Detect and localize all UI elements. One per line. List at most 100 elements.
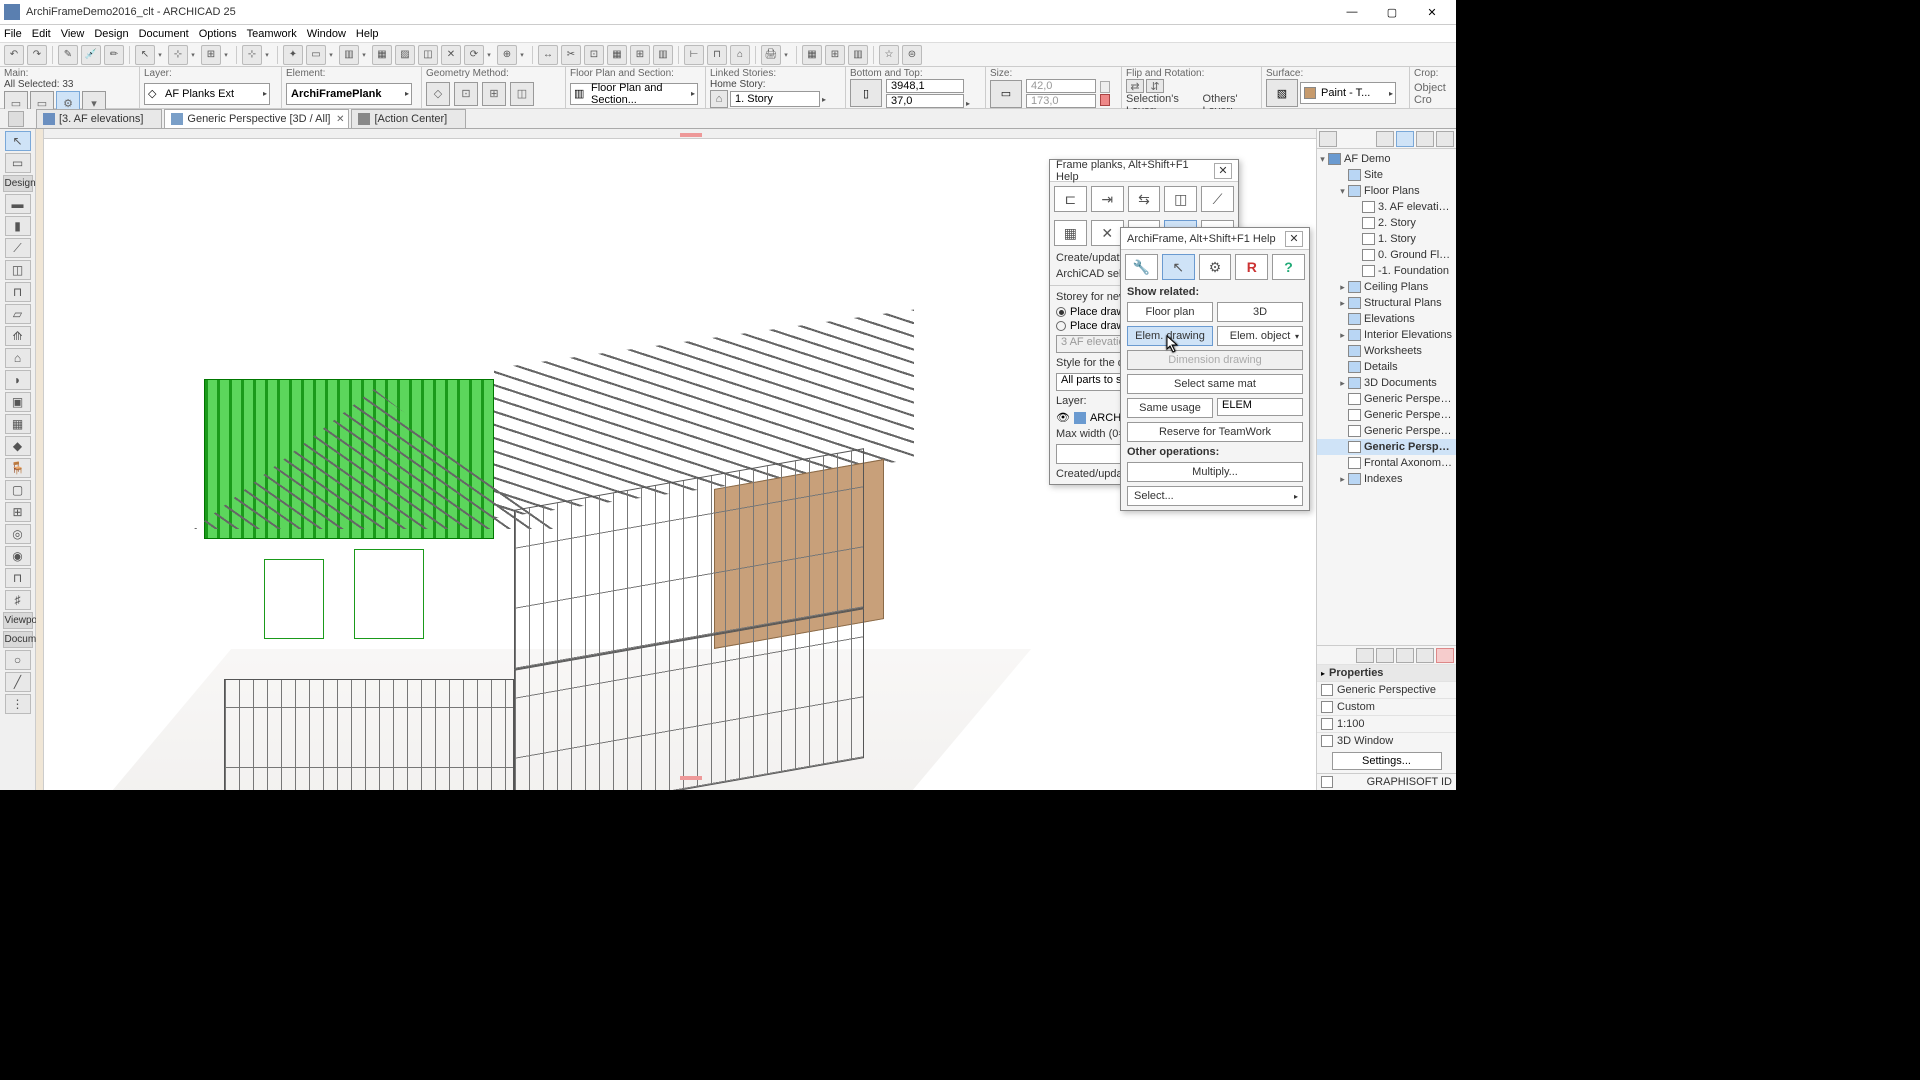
tool-d-button[interactable]: ✕ [441,45,461,65]
tree-item[interactable]: Generic Perspective [1317,439,1456,455]
menu-window[interactable]: Window [307,28,346,40]
rotate-button[interactable]: ⟳ [464,45,484,65]
pick-button[interactable]: ✎ [58,45,78,65]
reserve-teamwork-button[interactable]: Reserve for TeamWork [1127,422,1303,442]
af-gear-button[interactable]: ⚙ [1199,254,1232,280]
tool-b-button[interactable]: ▨ [395,45,415,65]
zone-tool[interactable]: ▢ [5,480,31,500]
menu-teamwork[interactable]: Teamwork [247,28,297,40]
menu-file[interactable]: File [4,28,22,40]
tool-j-button[interactable]: ⊢ [684,45,704,65]
chevron-right-icon[interactable]: ▸ [822,95,834,104]
home-story-icon[interactable]: ⌂ [710,90,728,108]
navigator-tree[interactable]: ▾AF DemoSite▾Floor Plans3. AF elevations… [1317,149,1456,645]
more-tool[interactable]: ⋮ [5,694,31,714]
af-wrench-button[interactable]: 🔧 [1125,254,1158,280]
fps-dropdown[interactable]: ▥ Floor Plan and Section... ▸ [570,83,698,105]
nav-pop-button[interactable] [1319,131,1337,147]
guide-button[interactable]: ⊞ [201,45,221,65]
elem-field[interactable]: ELEM [1217,398,1303,416]
chevron-down-icon[interactable]: ▾ [517,45,527,65]
tree-item[interactable]: Generic Perspective [1317,407,1456,423]
tab-3d-perspective[interactable]: Generic Perspective [3D / All] ✕ [164,109,349,128]
surface-icon[interactable]: ▧ [1266,79,1298,107]
roof-tool[interactable]: ⌂ [5,348,31,368]
measure-button[interactable]: ↔ [538,45,558,65]
stair-tool[interactable]: ⟰ [5,326,31,346]
af-r-button[interactable]: R [1235,254,1268,280]
flip-v-button[interactable]: ⇵ [1146,79,1164,93]
panel-header[interactable]: Frame planks, Alt+Shift+F1 Help ✕ [1050,160,1238,182]
3d-button[interactable]: 3D [1217,302,1303,322]
nav-publisher-button[interactable] [1436,131,1454,147]
fp-tool-2[interactable]: ⇥ [1091,186,1124,212]
settings-button[interactable]: Settings... [1332,752,1442,770]
chevron-down-icon[interactable]: ▾ [359,45,369,65]
tool-i-button[interactable]: ▥ [653,45,673,65]
column-tool[interactable]: ▮ [5,216,31,236]
size-icon[interactable]: ▭ [990,80,1022,108]
nav-project-button[interactable] [1376,131,1394,147]
nav-prop-button[interactable] [1416,648,1434,663]
trace-bar[interactable] [36,129,44,790]
lock-icon[interactable] [1100,81,1110,93]
chevron-down-icon[interactable]: ▾ [262,45,272,65]
opening-tool[interactable]: ◎ [5,524,31,544]
fp-tool-5[interactable]: ⟋ [1201,186,1234,212]
marquee-tool[interactable]: ▭ [5,153,31,173]
chevron-down-icon[interactable]: ▾ [326,45,336,65]
tool-q-button[interactable]: ⊜ [902,45,922,65]
unlock-icon[interactable] [1100,94,1110,106]
tool-k-button[interactable]: ⊓ [707,45,727,65]
multiply-button[interactable]: Multiply... [1127,462,1303,482]
filter-button[interactable]: ▥ [339,45,359,65]
object-tool[interactable]: 🪑 [5,458,31,478]
chevron-down-icon[interactable]: ▾ [221,45,231,65]
undo-button[interactable]: ↶ [4,45,24,65]
panel-header[interactable]: ArchiFrame, Alt+Shift+F1 Help ✕ [1121,228,1309,250]
layer-dropdown[interactable]: ◇ AF Planks Ext ▸ [144,83,270,105]
surface-dropdown[interactable]: Paint - T... ▸ [1300,82,1396,104]
tool-h-button[interactable]: ⊞ [630,45,650,65]
tool-f-button[interactable]: ⊡ [584,45,604,65]
chevron-down-icon[interactable]: ▾ [484,45,494,65]
fp-tool-7[interactable]: ✕ [1091,220,1124,246]
tool-p-button[interactable]: ☆ [879,45,899,65]
menu-view[interactable]: View [61,28,85,40]
tree-item[interactable]: 2. Story [1317,215,1456,231]
menu-options[interactable]: Options [199,28,237,40]
top-field[interactable]: 3948,1 [886,79,964,93]
tool-l-button[interactable]: ⌂ [730,45,750,65]
af-arrow-button[interactable]: ↖ [1162,254,1195,280]
morph-tool[interactable]: ◆ [5,436,31,456]
chevron-down-icon[interactable]: ▾ [155,45,165,65]
tool-n-button[interactable]: ⊞ [825,45,845,65]
home-story-field[interactable]: 1. Story [730,91,820,107]
tree-item[interactable]: -1. Foundation [1317,263,1456,279]
magic-button[interactable]: ✦ [283,45,303,65]
arrow-tool[interactable]: ↖ [5,131,31,151]
geom-a[interactable]: ◇ [426,82,450,106]
marquee-button[interactable]: ▭ [306,45,326,65]
slab-tool[interactable]: ▱ [5,304,31,324]
maximize-button[interactable]: ▢ [1372,0,1412,24]
globe-button[interactable]: ⊕ [497,45,517,65]
wall-tool[interactable]: ▬ [5,194,31,214]
close-icon[interactable]: ✕ [1214,163,1232,179]
flip-h-button[interactable]: ⇄ [1126,79,1144,93]
tool-a-button[interactable]: ▦ [372,45,392,65]
tree-item[interactable]: 3. AF elevations [1317,199,1456,215]
geom-b[interactable]: ⊡ [454,82,478,106]
nav-view-button[interactable] [1396,131,1414,147]
chevron-right-icon[interactable]: ▸ [966,99,976,108]
size-h-field[interactable]: 173,0 [1026,94,1096,108]
close-button[interactable]: ✕ [1412,0,1452,24]
menu-edit[interactable]: Edit [32,28,51,40]
tabs-list-button[interactable] [8,111,24,127]
tree-item[interactable]: Generic Perspective [1317,391,1456,407]
menu-help[interactable]: Help [356,28,379,40]
tool-e-button[interactable]: ✂ [561,45,581,65]
railing-tool[interactable]: ⊓ [5,568,31,588]
geom-c[interactable]: ⊞ [482,82,506,106]
bottom-field[interactable]: 37,0 [886,94,964,108]
